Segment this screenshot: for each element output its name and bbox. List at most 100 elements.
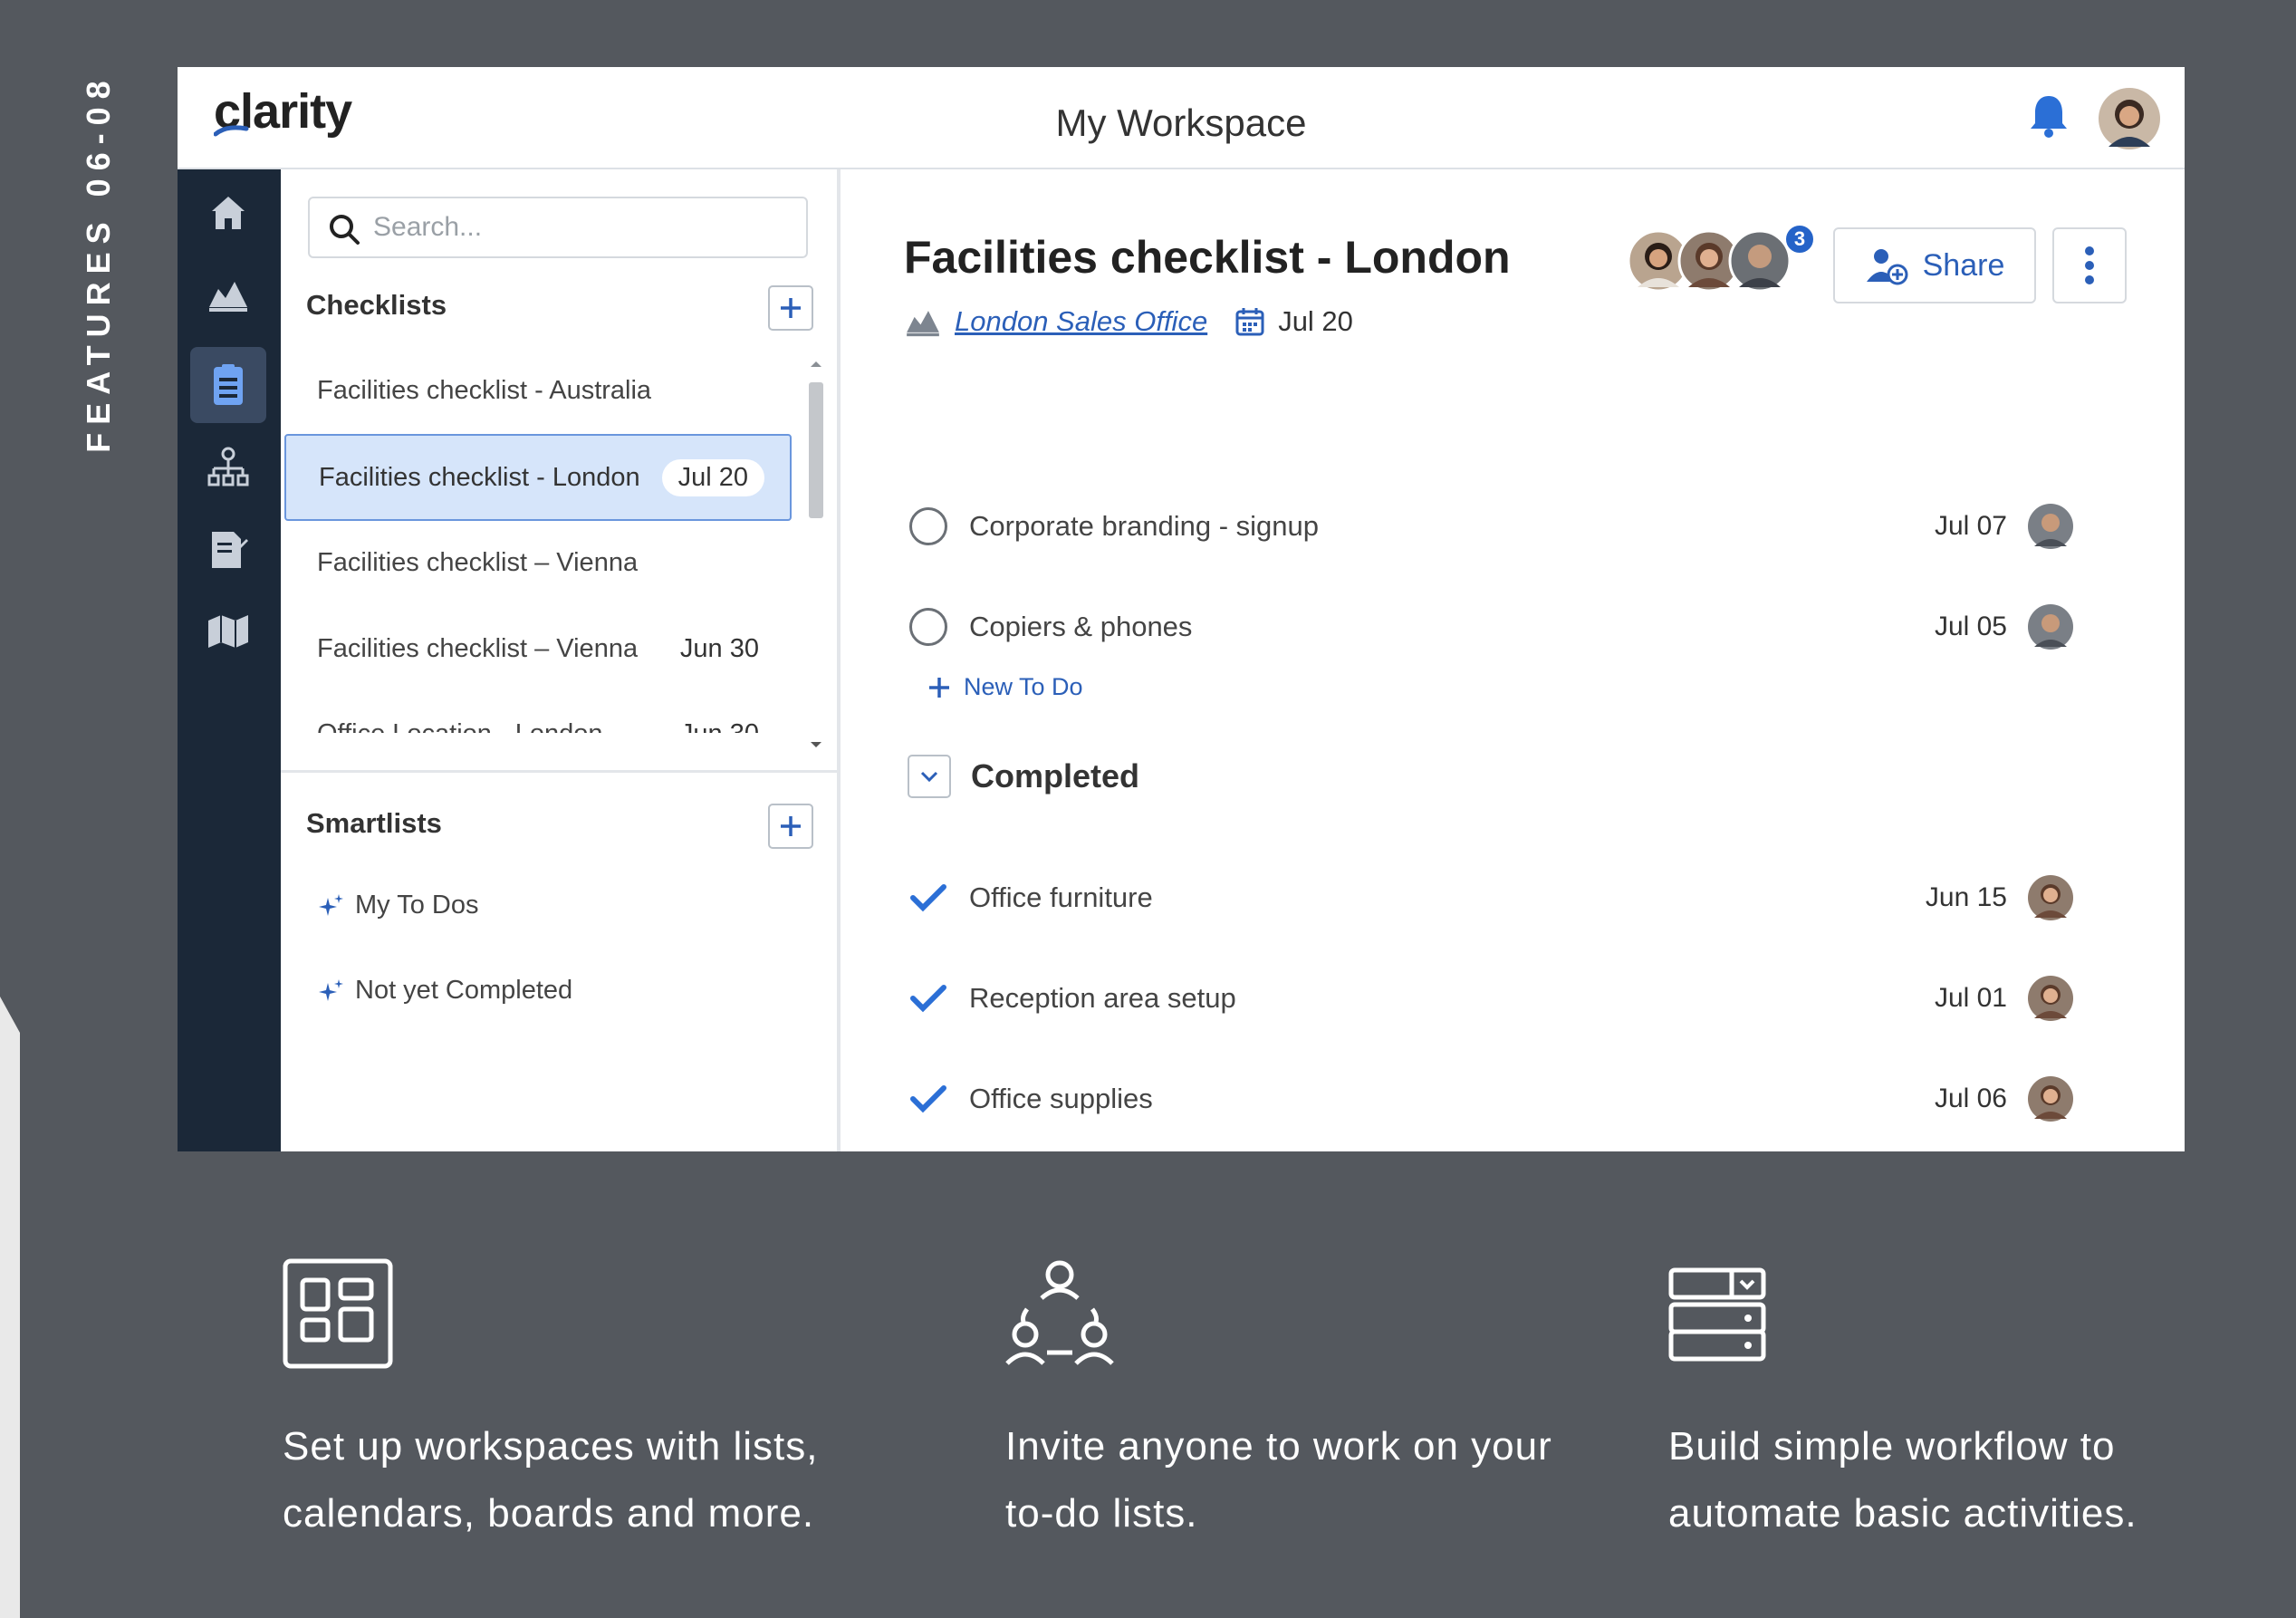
scroll-thumb[interactable] bbox=[809, 382, 823, 518]
decorative-shape bbox=[0, 997, 20, 1618]
workspace-title: My Workspace bbox=[1055, 101, 1307, 144]
checklist-meta: London Sales Office Jul 20 bbox=[904, 305, 1353, 338]
list-item-label: Office Location - London bbox=[317, 719, 602, 734]
search-input[interactable] bbox=[373, 206, 790, 249]
share-button[interactable]: Share bbox=[1833, 227, 2036, 303]
list-item-date: Jul 20 bbox=[661, 458, 764, 496]
plus-icon bbox=[929, 677, 949, 698]
nav-map[interactable] bbox=[190, 593, 266, 669]
collapse-button[interactable] bbox=[908, 755, 951, 798]
sparkle-icon bbox=[319, 978, 343, 1001]
feature-workspaces: Set up workspaces with lists, calendars,… bbox=[283, 1255, 917, 1547]
todo-label: Corporate branding - signup bbox=[969, 510, 1320, 542]
user-avatar[interactable] bbox=[2098, 87, 2161, 150]
checklists-heading: Checklists bbox=[306, 289, 447, 321]
list-item-label: Facilities checklist – Vienna bbox=[317, 547, 639, 577]
detail-pane: Facilities checklist - London London Sal… bbox=[844, 169, 2185, 1151]
more-options-button[interactable] bbox=[2052, 227, 2127, 303]
list-item-date: Jun 30 bbox=[679, 633, 759, 663]
todo-checkbox[interactable] bbox=[908, 978, 949, 1019]
location-icon bbox=[907, 311, 939, 337]
todo-checkbox[interactable] bbox=[908, 606, 949, 648]
plus-icon bbox=[781, 298, 801, 318]
nav-forms[interactable] bbox=[190, 512, 266, 588]
layout-grid-icon bbox=[283, 1258, 393, 1369]
list-item[interactable]: Office Location - London Jun 30 bbox=[281, 690, 795, 734]
checklist-icon bbox=[214, 364, 243, 405]
todo-checkbox[interactable] bbox=[908, 1078, 949, 1120]
top-bar: clarity My Workspace bbox=[178, 67, 2185, 169]
chevron-down-icon bbox=[920, 771, 938, 783]
checkmark-icon bbox=[910, 884, 946, 912]
sparkle-icon bbox=[319, 893, 343, 916]
org-chart-icon bbox=[207, 447, 249, 486]
features-side-label-text: FEATURES 06-08 bbox=[80, 72, 117, 453]
completed-item[interactable]: Reception area setup Jul 01 bbox=[908, 962, 2094, 1035]
search-box bbox=[308, 197, 808, 258]
list-item-label: Facilities checklist - Australia bbox=[317, 375, 652, 405]
nav-dashboard[interactable] bbox=[190, 256, 266, 332]
todo-label: Copiers & phones bbox=[969, 611, 1193, 642]
list-item-label: Facilities checklist - London bbox=[319, 462, 640, 492]
completed-item[interactable]: Office furniture Jun 15 bbox=[908, 862, 2094, 934]
plus-icon bbox=[781, 816, 801, 836]
list-scrollbar[interactable] bbox=[804, 355, 828, 754]
new-todo-button[interactable]: New To Do bbox=[927, 673, 1083, 701]
todo-checkbox[interactable] bbox=[908, 877, 949, 919]
list-item-selected[interactable]: Facilities checklist - London Jul 20 bbox=[284, 434, 792, 521]
nav-org[interactable] bbox=[190, 430, 266, 506]
list-item[interactable]: Facilities checklist - Australia bbox=[281, 347, 795, 434]
todo-date: Jul 05 bbox=[1934, 612, 2007, 641]
side-nav bbox=[178, 169, 281, 1151]
todo-label: Office furniture bbox=[969, 881, 1153, 913]
todo-item[interactable]: Corporate branding - signup Jul 07 bbox=[908, 490, 2094, 563]
add-person-icon bbox=[1866, 249, 1908, 285]
feature-text: Build simple workflow to automate basic … bbox=[1668, 1424, 2137, 1536]
feature-workflow: Build simple workflow to automate basic … bbox=[1668, 1255, 2296, 1547]
location-link[interactable]: London Sales Office bbox=[955, 305, 1207, 338]
smartlist-item-my-todos[interactable]: My To Dos bbox=[317, 891, 478, 920]
todo-item[interactable]: Copiers & phones Jul 05 bbox=[908, 591, 2094, 663]
completed-heading: Completed bbox=[971, 757, 1140, 795]
todo-date: Jul 01 bbox=[1934, 983, 2007, 1013]
kebab-menu-icon bbox=[2085, 246, 2094, 284]
todo-date: Jul 07 bbox=[1934, 511, 2007, 541]
smartlist-label: My To Dos bbox=[355, 891, 479, 920]
list-item[interactable]: Facilities checklist – Vienna Jun 30 bbox=[281, 605, 795, 692]
checklist-date: Jul 20 bbox=[1278, 305, 1353, 337]
avatar bbox=[1728, 229, 1792, 293]
home-icon bbox=[212, 197, 245, 229]
team-icon bbox=[1005, 1260, 1114, 1365]
list-item[interactable]: Facilities checklist – Vienna bbox=[281, 519, 795, 606]
todo-checkbox[interactable] bbox=[908, 506, 949, 547]
todo-label: Reception area setup bbox=[969, 982, 1236, 1014]
map-icon bbox=[208, 615, 248, 648]
nav-home[interactable] bbox=[190, 175, 266, 251]
dashboard-icon bbox=[209, 282, 247, 312]
checklist-title: Facilities checklist - London bbox=[904, 232, 1511, 283]
feature-text: Invite anyone to work on your to-do list… bbox=[1005, 1424, 1552, 1536]
assignee-avatar bbox=[2028, 1076, 2073, 1122]
smartlist-item-not-completed[interactable]: Not yet Completed bbox=[317, 976, 572, 1006]
add-smartlist-button[interactable] bbox=[768, 804, 813, 849]
nav-checklists[interactable] bbox=[190, 347, 266, 423]
workflow-icon bbox=[1668, 1267, 1766, 1362]
completed-section-toggle[interactable]: Completed bbox=[908, 755, 1139, 798]
list-pane: Checklists Facilities checklist - Austra… bbox=[281, 169, 841, 1151]
completed-item[interactable]: Office supplies Jul 06 bbox=[908, 1063, 2094, 1135]
scroll-down-icon[interactable] bbox=[804, 736, 828, 754]
scroll-up-icon[interactable] bbox=[804, 355, 828, 373]
calendar-icon bbox=[1235, 308, 1264, 336]
collaborators[interactable]: 3 bbox=[1627, 224, 1817, 296]
checkmark-icon bbox=[910, 1085, 946, 1113]
unchecked-circle-icon bbox=[909, 507, 947, 545]
share-label: Share bbox=[1922, 247, 2005, 283]
feature-invite: Invite anyone to work on your to-do list… bbox=[1005, 1255, 1639, 1547]
feature-text: Set up workspaces with lists, calendars,… bbox=[283, 1424, 819, 1536]
add-checklist-button[interactable] bbox=[768, 285, 813, 331]
smartlists-heading: Smartlists bbox=[306, 807, 442, 839]
features-side-label: FEATURES 06-08 bbox=[76, 63, 121, 462]
todo-label: Office supplies bbox=[969, 1083, 1153, 1114]
unchecked-circle-icon bbox=[909, 608, 947, 646]
notification-bell-icon[interactable] bbox=[2027, 92, 2070, 140]
